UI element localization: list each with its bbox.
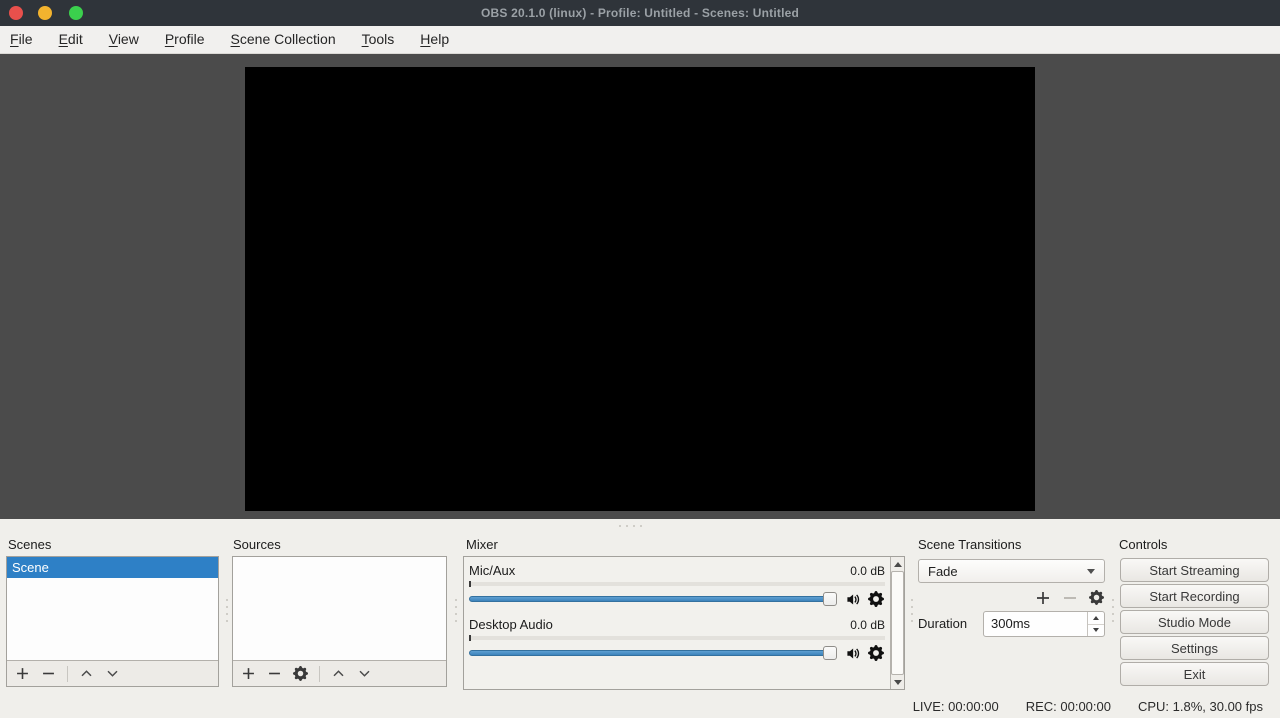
duration-spinbox[interactable]: 300ms: [983, 611, 1105, 637]
remove-scene-button[interactable]: [40, 665, 57, 682]
transition-properties-gear-icon[interactable]: [1088, 589, 1105, 606]
mixer-channel-desktop-audio: Desktop Audio 0.0 dB: [469, 617, 885, 661]
transition-select[interactable]: Fade: [918, 559, 1105, 583]
remove-transition-button: [1061, 589, 1078, 606]
scenes-sources-splitter[interactable]: [226, 599, 228, 622]
scroll-up-arrow-icon[interactable]: [891, 557, 904, 571]
add-transition-button[interactable]: [1034, 589, 1051, 606]
cpu-fps: CPU: 1.8%, 30.00 fps: [1138, 699, 1263, 714]
mixer-channel-level: 0.0 dB: [850, 564, 885, 578]
move-scene-down-button[interactable]: [104, 665, 121, 682]
duration-label: Duration: [918, 616, 967, 631]
sources-mixer-splitter[interactable]: [455, 599, 457, 622]
move-source-down-button[interactable]: [356, 665, 373, 682]
volume-slider[interactable]: [469, 645, 837, 661]
start-streaming-button[interactable]: Start Streaming: [1120, 558, 1269, 582]
mixer-scrollbar[interactable]: [890, 557, 904, 689]
dock-area: Scenes Scene Sources: [0, 519, 1280, 695]
studio-mode-button[interactable]: Studio Mode: [1120, 610, 1269, 634]
volume-meter: [469, 636, 885, 640]
scenes-panel-title: Scenes: [8, 537, 51, 552]
menu-view[interactable]: View: [96, 26, 152, 53]
exit-button[interactable]: Exit: [1120, 662, 1269, 686]
mixer-channel-level: 0.0 dB: [850, 618, 885, 632]
menu-bar: File Edit View Profile Scene Collection …: [0, 26, 1280, 54]
mute-speaker-icon[interactable]: [844, 591, 861, 608]
volume-slider-track: [469, 596, 835, 602]
dock-splitter-handle[interactable]: [619, 525, 642, 527]
sources-list-area[interactable]: [233, 557, 446, 660]
scrollbar-thumb[interactable]: [891, 571, 904, 675]
toolbar-separator: [319, 666, 320, 682]
mixer-channel-name: Mic/Aux: [469, 563, 515, 578]
obs-window: OBS 20.1.0 (linux) - Profile: Untitled -…: [0, 0, 1280, 718]
title-bar: OBS 20.1.0 (linux) - Profile: Untitled -…: [0, 0, 1280, 26]
window-title: OBS 20.1.0 (linux) - Profile: Untitled -…: [0, 6, 1280, 20]
mixer-transitions-splitter[interactable]: [911, 599, 913, 622]
source-properties-gear-icon[interactable]: [292, 665, 309, 682]
start-recording-button[interactable]: Start Recording: [1120, 584, 1269, 608]
volume-slider-handle[interactable]: [823, 646, 837, 660]
scenes-list-area[interactable]: Scene: [7, 557, 218, 660]
move-source-up-button[interactable]: [330, 665, 347, 682]
mixer-channel-mic-aux: Mic/Aux 0.0 dB: [469, 563, 885, 607]
preview-area: [0, 54, 1280, 519]
volume-slider-handle[interactable]: [823, 592, 837, 606]
mute-speaker-icon[interactable]: [844, 645, 861, 662]
spinner-column: [1087, 612, 1104, 636]
scenes-toolbar: [7, 660, 218, 686]
volume-meter: [469, 582, 885, 586]
close-window-button[interactable]: [9, 6, 23, 20]
transition-selected-value: Fade: [928, 564, 958, 579]
settings-button[interactable]: Settings: [1120, 636, 1269, 660]
transitions-controls-splitter[interactable]: [1112, 599, 1114, 622]
mixer-panel: Mic/Aux 0.0 dB Deskto: [463, 556, 905, 690]
sources-toolbar: [233, 660, 446, 686]
transitions-panel-title: Scene Transitions: [918, 537, 1021, 552]
transition-buttons: [918, 589, 1105, 606]
menu-profile[interactable]: Profile: [152, 26, 218, 53]
duration-value[interactable]: 300ms: [984, 612, 1087, 636]
spinner-down-button[interactable]: [1088, 625, 1104, 637]
volume-slider[interactable]: [469, 591, 837, 607]
toolbar-separator: [67, 666, 68, 682]
maximize-window-button[interactable]: [69, 6, 83, 20]
sources-panel-title: Sources: [233, 537, 281, 552]
scenes-list: Scene: [6, 556, 219, 687]
menu-scene-collection[interactable]: Scene Collection: [218, 26, 349, 53]
spinner-up-button[interactable]: [1088, 612, 1104, 625]
status-bar: LIVE: 00:00:00 REC: 00:00:00 CPU: 1.8%, …: [0, 695, 1280, 718]
menu-edit[interactable]: Edit: [46, 26, 96, 53]
menu-tools[interactable]: Tools: [349, 26, 408, 53]
chevron-down-icon: [1087, 569, 1095, 574]
add-source-button[interactable]: [240, 665, 257, 682]
scene-list-item[interactable]: Scene: [7, 557, 218, 578]
menu-file[interactable]: File: [0, 26, 46, 53]
live-time: LIVE: 00:00:00: [913, 699, 999, 714]
add-scene-button[interactable]: [14, 665, 31, 682]
move-scene-up-button[interactable]: [78, 665, 95, 682]
mixer-channel-name: Desktop Audio: [469, 617, 553, 632]
mixer-panel-title: Mixer: [466, 537, 498, 552]
scroll-down-arrow-icon[interactable]: [891, 675, 904, 689]
volume-slider-track: [469, 650, 835, 656]
channel-settings-gear-icon[interactable]: [868, 591, 885, 608]
menu-help[interactable]: Help: [407, 26, 462, 53]
controls-panel-title: Controls: [1119, 537, 1167, 552]
minimize-window-button[interactable]: [38, 6, 52, 20]
preview-canvas[interactable]: [245, 67, 1035, 511]
sources-list: [232, 556, 447, 687]
remove-source-button[interactable]: [266, 665, 283, 682]
channel-settings-gear-icon[interactable]: [868, 645, 885, 662]
rec-time: REC: 00:00:00: [1026, 699, 1111, 714]
